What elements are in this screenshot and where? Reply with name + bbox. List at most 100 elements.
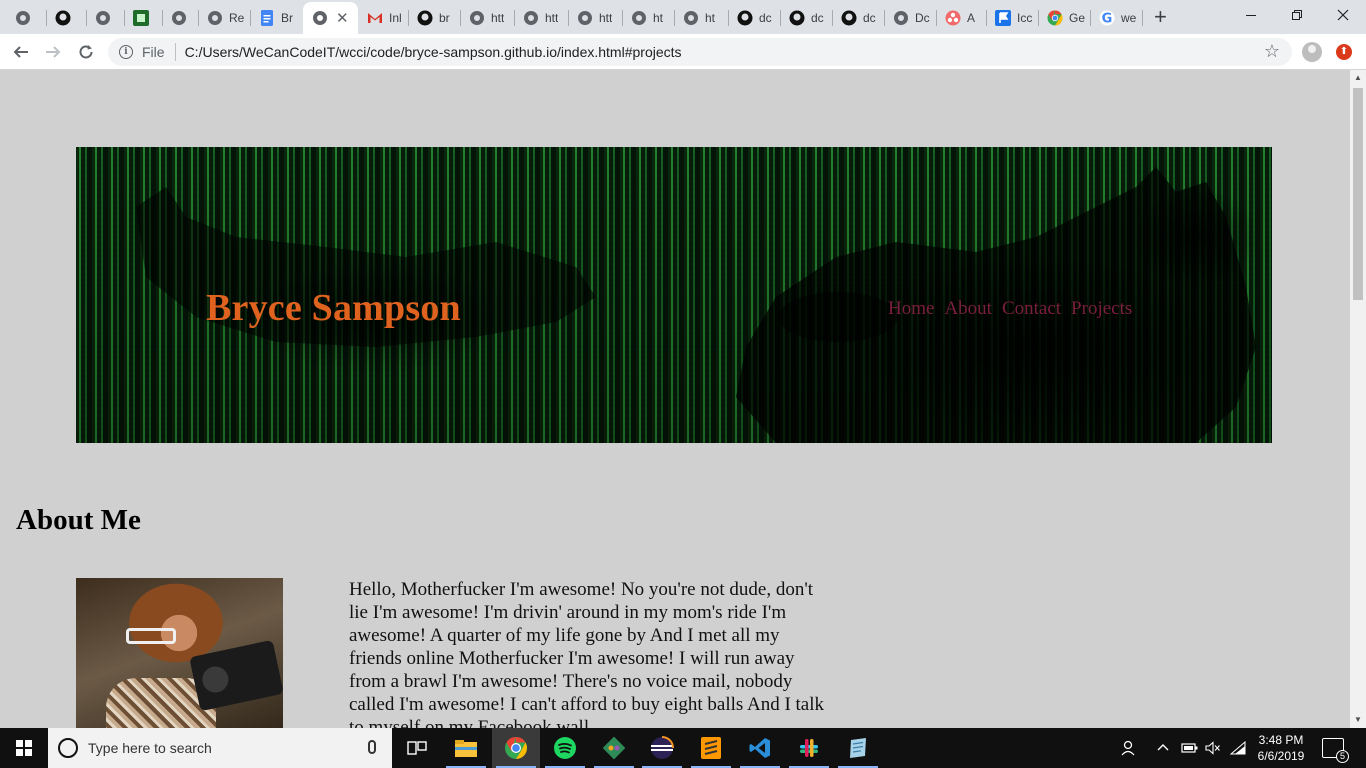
taskbar-search[interactable]: Type here to search — [48, 728, 392, 768]
vscode-icon[interactable] — [736, 728, 784, 768]
tab-title: Dc — [915, 11, 930, 25]
nav-link-contact[interactable]: Contact — [1002, 298, 1061, 320]
github-icon — [789, 10, 805, 26]
browser-tab[interactable]: Ge — [1038, 4, 1090, 32]
globe-icon — [469, 10, 485, 26]
browser-tab[interactable]: Re — [198, 4, 250, 32]
browser-tab[interactable] — [162, 4, 198, 32]
restore-button[interactable] — [1274, 0, 1320, 30]
github-icon — [55, 10, 71, 26]
tab-title: ht — [653, 11, 664, 25]
spotify-icon[interactable] — [541, 728, 589, 768]
eclipse-icon[interactable] — [638, 728, 686, 768]
volume-muted-icon[interactable] — [1205, 728, 1221, 768]
browser-tab[interactable] — [46, 4, 86, 32]
browser-tab[interactable]: Gwe — [1090, 4, 1142, 32]
browser-tab[interactable]: Inl — [358, 4, 408, 32]
system-clock[interactable]: 3:48 PM 6/6/2019 — [1250, 732, 1312, 764]
globe-icon — [95, 10, 111, 26]
task-view-icon[interactable] — [393, 728, 441, 768]
browser-tab[interactable]: htt — [568, 4, 622, 32]
page-viewport: Bryce Sampson Home About Contact Project… — [0, 70, 1350, 728]
github-icon — [417, 10, 433, 26]
nav-link-home[interactable]: Home — [888, 298, 934, 320]
globe-icon — [207, 10, 223, 26]
nav-link-projects[interactable]: Projects — [1071, 298, 1132, 320]
battery-icon[interactable] — [1181, 728, 1199, 768]
minimize-button[interactable] — [1228, 0, 1274, 30]
browser-tab[interactable]: htt — [460, 4, 514, 32]
main-nav: Home About Contact Projects — [888, 298, 1132, 320]
wifi-icon[interactable] — [1230, 728, 1246, 768]
about-text: Hello, Motherfucker I'm awesome! No you'… — [349, 579, 825, 728]
nav-link-about[interactable]: About — [944, 298, 992, 320]
search-placeholder: Type here to search — [88, 740, 212, 756]
windows-taskbar: Type here to search 3:48 PM 6/6/2019 5 — [0, 728, 1366, 768]
tab-title: Re — [229, 11, 245, 25]
tab-title: Br — [281, 11, 293, 25]
notepad-app-icon[interactable] — [834, 728, 882, 768]
browser-tab-strip: Re Br ✕ Inl br htt htt htt ht ht dc dc d… — [0, 0, 1366, 34]
browser-tab[interactable] — [124, 4, 162, 32]
google-icon: G — [1099, 10, 1115, 26]
close-tab-icon[interactable]: ✕ — [336, 9, 349, 27]
show-hidden-icons-chevron-icon[interactable] — [1157, 728, 1169, 768]
browser-tab[interactable]: ht — [622, 4, 674, 32]
close-window-button[interactable] — [1320, 0, 1366, 30]
flag-icon — [995, 10, 1011, 26]
browser-tab[interactable]: br — [408, 4, 460, 32]
browser-tab[interactable]: ht — [674, 4, 728, 32]
svg-text:G: G — [1102, 12, 1113, 27]
reload-button[interactable] — [75, 42, 97, 62]
info-icon[interactable]: i — [119, 45, 133, 59]
browser-tab[interactable]: dc — [728, 4, 780, 32]
site-title: Bryce Sampson — [206, 287, 461, 329]
people-icon[interactable] — [1120, 728, 1138, 768]
globe-icon — [893, 10, 909, 26]
microphone-icon[interactable] — [368, 740, 376, 754]
globe-icon — [171, 10, 187, 26]
new-tab-button[interactable]: + — [1154, 6, 1167, 28]
sublime-text-icon[interactable] — [687, 728, 735, 768]
browser-tab[interactable] — [6, 4, 46, 32]
file-explorer-icon[interactable] — [442, 728, 490, 768]
about-heading: About Me — [16, 504, 141, 536]
slack-icon[interactable] — [785, 728, 833, 768]
asana-icon — [945, 10, 961, 26]
windows-logo-icon — [16, 740, 32, 756]
extension-icon[interactable]: ⬆ — [1336, 44, 1352, 60]
start-button[interactable] — [0, 728, 48, 768]
scrollbar-thumb[interactable] — [1353, 88, 1363, 300]
browser-tab[interactable] — [86, 4, 124, 32]
tab-title: we — [1121, 11, 1137, 25]
bookmark-star-icon[interactable]: ☆ — [1264, 41, 1280, 62]
browser-tab-active[interactable]: ✕ — [303, 2, 358, 34]
address-bar[interactable]: i File C:/Users/WeCanCodeIT/wcci/code/br… — [108, 38, 1292, 66]
browser-tab[interactable]: Icc — [986, 4, 1038, 32]
tab-title: htt — [491, 11, 505, 25]
browser-tab[interactable]: dc — [780, 4, 832, 32]
tab-title: dc — [811, 11, 824, 25]
page-scrollbar[interactable]: ▲ ▼ — [1350, 70, 1366, 728]
browser-tab[interactable]: Dc — [884, 4, 936, 32]
forward-button[interactable] — [42, 42, 64, 62]
tab-title: Icc — [1017, 11, 1033, 25]
scroll-up-arrow-icon[interactable]: ▲ — [1350, 70, 1366, 86]
chrome-taskbar-icon[interactable] — [492, 728, 540, 768]
profile-avatar[interactable] — [1302, 42, 1322, 62]
browser-tab[interactable]: Br — [250, 4, 302, 32]
browser-tab[interactable]: A — [936, 4, 986, 32]
browser-tab[interactable]: htt — [514, 4, 568, 32]
tab-title: htt — [599, 11, 613, 25]
gitkraken-icon[interactable] — [590, 728, 638, 768]
back-button[interactable] — [10, 42, 32, 62]
tab-title: ht — [705, 11, 716, 25]
url-text[interactable]: C:/Users/WeCanCodeIT/wcci/code/bryce-sam… — [185, 44, 682, 60]
notification-count-badge: 5 — [1336, 750, 1349, 763]
action-center-icon[interactable]: 5 — [1322, 738, 1349, 763]
scroll-down-arrow-icon[interactable]: ▼ — [1350, 712, 1366, 728]
tab-title: dc — [863, 11, 876, 25]
browser-tab[interactable]: dc — [832, 4, 884, 32]
tab-title: br — [439, 11, 450, 25]
tab-title: Inl — [389, 11, 402, 25]
